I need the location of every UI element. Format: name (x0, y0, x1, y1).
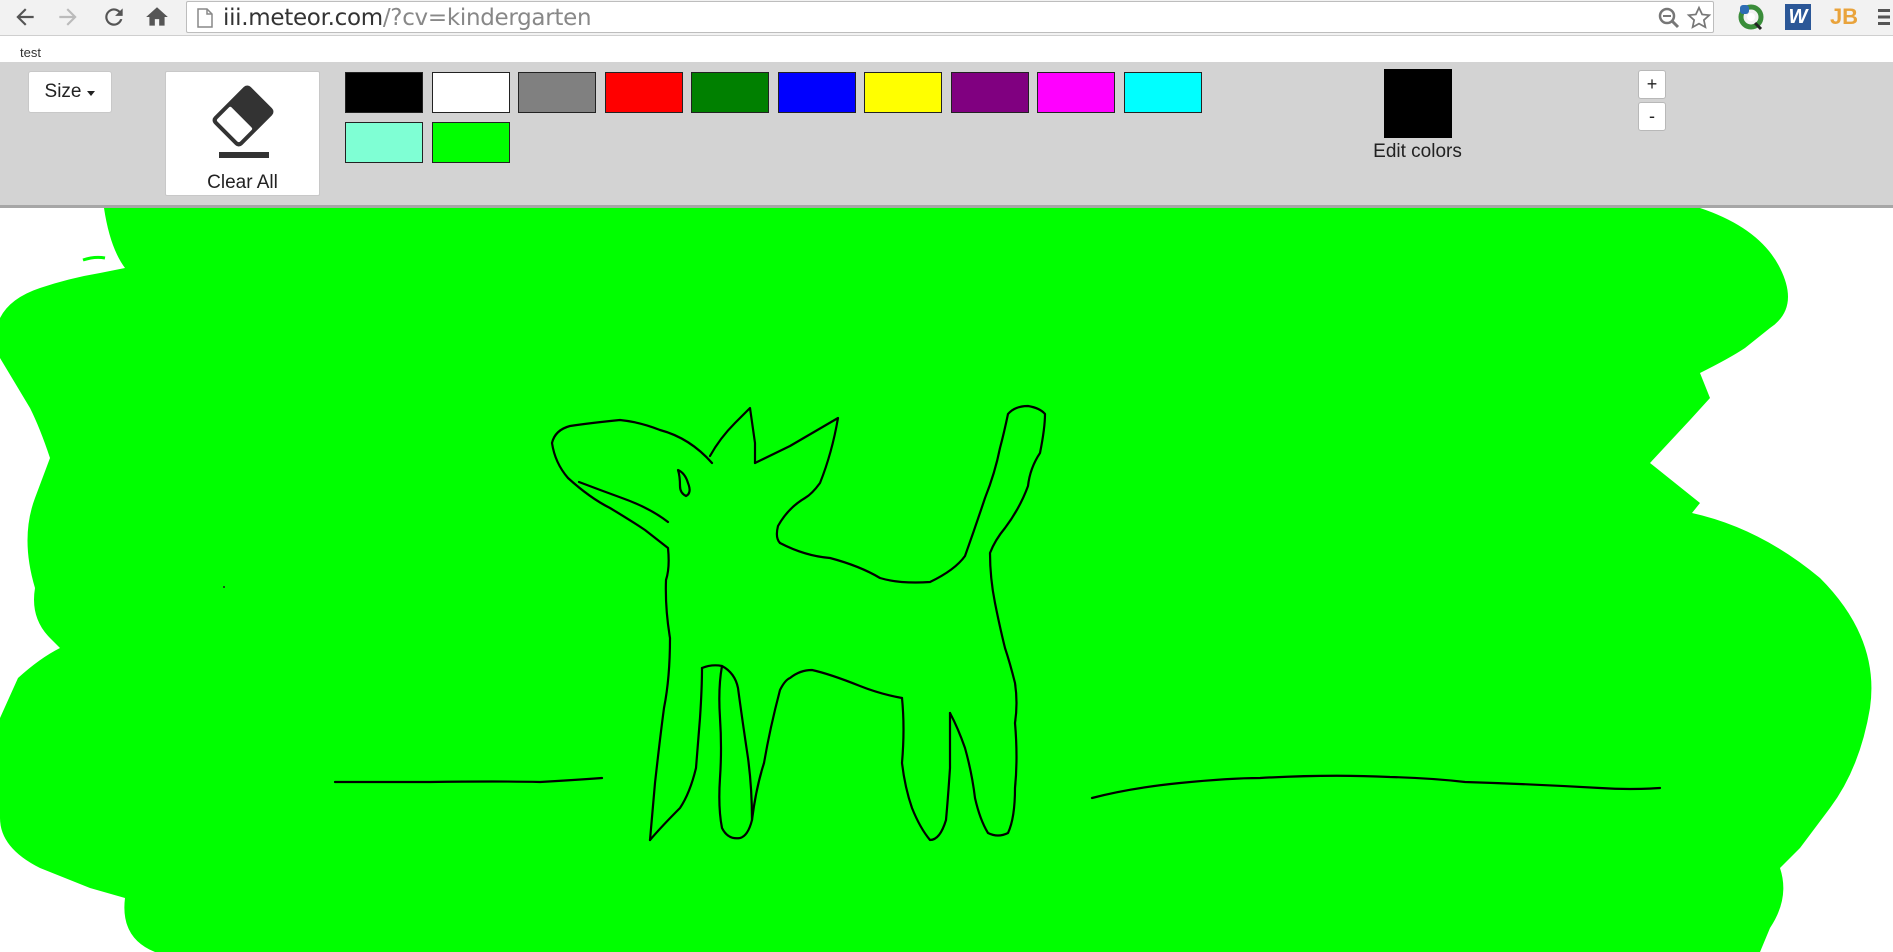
menu-button[interactable] (1872, 2, 1893, 32)
back-arrow-icon (16, 8, 34, 26)
zoom-out-button[interactable]: - (1638, 102, 1666, 131)
current-color-swatch[interactable] (1384, 69, 1452, 138)
color-swatch[interactable] (431, 122, 510, 163)
color-swatch[interactable] (431, 72, 510, 113)
size-dropdown-button[interactable]: Size (28, 71, 112, 113)
page-label: test (20, 45, 41, 60)
eraser-icon (212, 85, 274, 158)
canvas-drawing (0, 208, 1872, 952)
reload-icon (105, 8, 123, 26)
zoom-in-button[interactable]: + (1638, 70, 1666, 99)
home-icon (146, 7, 168, 26)
drawing-canvas[interactable] (0, 208, 1893, 952)
address-bar[interactable]: iii.meteor.com/?cv=kindergarten (186, 1, 1714, 33)
home-button[interactable] (142, 2, 172, 32)
word-extension-label: W (1785, 4, 1811, 30)
size-label: Size (44, 81, 82, 102)
edit-colors-label[interactable]: Edit colors (1360, 141, 1475, 163)
color-swatch[interactable] (691, 72, 769, 113)
color-swatch[interactable] (345, 122, 423, 163)
magnifier-icon[interactable] (1655, 5, 1683, 31)
green-stray-stroke (82, 255, 106, 262)
back-button[interactable] (10, 2, 40, 32)
color-swatch[interactable] (950, 72, 1029, 113)
url-host: iii.meteor.com (223, 5, 383, 31)
drawing-toolbar: Size Clear All Edit colors + - (0, 62, 1893, 208)
color-swatch[interactable] (777, 72, 856, 113)
hamburger-menu-icon (1877, 9, 1890, 25)
color-swatch[interactable] (1123, 72, 1202, 113)
jb-extension-icon[interactable]: JB (1829, 2, 1859, 32)
word-extension-icon[interactable]: W (1783, 2, 1813, 32)
color-swatch[interactable] (518, 72, 596, 113)
caret-down-icon (87, 91, 96, 96)
page-icon (197, 8, 213, 28)
color-swatch[interactable] (604, 72, 683, 113)
color-swatch[interactable] (345, 72, 423, 113)
jb-extension-label: JB (1829, 4, 1859, 29)
forward-button[interactable] (53, 2, 83, 32)
reload-button[interactable] (99, 2, 129, 32)
stray-dot (223, 586, 225, 588)
star-icon[interactable] (1685, 5, 1713, 31)
color-swatch[interactable] (864, 72, 942, 113)
clear-all-button[interactable]: Clear All (165, 71, 320, 196)
url-text: iii.meteor.com/?cv=kindergarten (223, 5, 592, 31)
forward-arrow-icon (59, 8, 77, 26)
clear-all-label: Clear All (207, 172, 278, 193)
browser-chrome: iii.meteor.com/?cv=kindergarten W JB (0, 0, 1893, 36)
color-swatch[interactable] (1037, 72, 1115, 113)
url-path: /?cv=kindergarten (382, 5, 592, 31)
page-header-strip: test (0, 36, 1893, 62)
ring-extension-icon[interactable] (1736, 2, 1766, 32)
